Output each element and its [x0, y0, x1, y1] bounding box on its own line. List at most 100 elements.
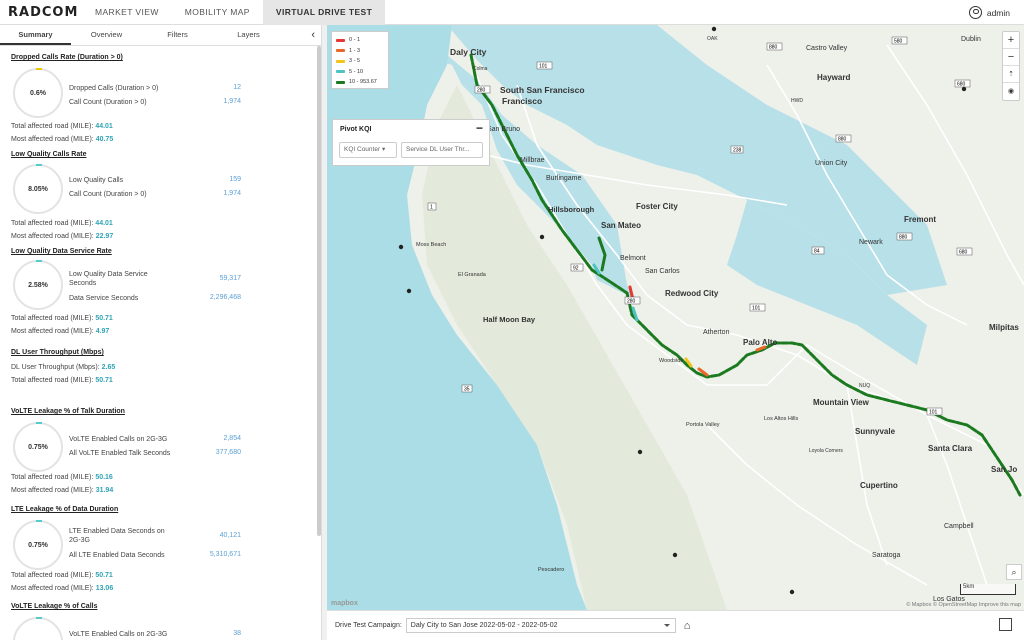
road-shield-92: 238 — [733, 148, 742, 154]
road-shield-92: 92 — [573, 266, 579, 272]
zoom-in-button[interactable]: + — [1003, 32, 1019, 49]
ring-value: 0.75% — [28, 443, 48, 451]
kqi-service-select[interactable]: Service DL User Thr... — [401, 142, 483, 158]
city-label: Sunnyvale — [855, 427, 896, 436]
kqi-legend: 0 - 1 1 - 3 3 - 5 5 - 10 10 - 953.67 — [331, 31, 389, 89]
metric-value: 40.75 — [95, 136, 114, 143]
city-label: Redwood City — [665, 289, 719, 298]
legend-label: 5 - 10 — [349, 68, 364, 75]
section-title: Dropped Calls Rate (Duration > 0) — [11, 54, 123, 61]
legend-label: 10 - 953.67 — [349, 79, 377, 86]
pivot-header: Pivot KQI − — [333, 120, 489, 135]
nav-market-view[interactable]: MARKET VIEW — [82, 0, 172, 25]
kpi-value: 59,317 — [219, 275, 241, 282]
nav-virtual-drive-test[interactable]: VIRTUAL DRIVE TEST — [262, 0, 386, 25]
map-search-icon[interactable]: ⌕ — [1006, 564, 1022, 580]
section-title: VoLTE Leakage % of Talk Duration — [11, 408, 125, 415]
summary-scroll: Dropped Calls Rate (Duration > 0) 0.6% D… — [0, 46, 316, 640]
kpi-label: All LTE Enabled Data Seconds — [69, 552, 165, 559]
chart-icon[interactable] — [999, 618, 1012, 631]
affected-road-total: Total affected road (MILE): 44.01 — [11, 220, 113, 227]
affected-road-total: Total affected road (MILE): 50.71 — [11, 315, 113, 322]
kpi-label: Call Count (Duration > 0) — [69, 99, 147, 106]
metric-label: Most affected road (MILE): — [11, 585, 94, 592]
kpi-value: 159 — [229, 176, 241, 183]
campaign-bar: Drive Test Campaign: Daly City to San Jo… — [327, 610, 1024, 640]
visibility-icon[interactable]: ◉ — [1003, 83, 1019, 100]
affected-road-total: Total affected road (MILE): 50.71 — [11, 572, 113, 579]
kpi-value: 12 — [233, 84, 241, 91]
nav-mobility-map[interactable]: MOBILITY MAP — [172, 0, 263, 25]
road-shield-280: 280 — [627, 299, 636, 305]
home-icon[interactable]: ⌂ — [684, 620, 691, 632]
city-label: HWD — [791, 98, 803, 104]
collapse-panel-icon[interactable]: ‹ — [311, 25, 315, 45]
metric-value: 44.01 — [95, 123, 113, 130]
kpi-volte-leakage-calls: VoLTE Leakage % of Calls VoLTE Enabled C… — [11, 603, 311, 640]
metric-value: 2.65 — [101, 364, 116, 371]
pin-icon — [789, 589, 795, 595]
kpi-label: VoLTE Enabled Calls on 2G-3G — [69, 631, 168, 638]
legend-swatch — [336, 38, 345, 42]
ring-value: 8.05% — [28, 185, 48, 193]
city-label: Colma — [473, 66, 488, 72]
username: admin — [986, 7, 1010, 18]
legend-item: 5 - 10 — [336, 67, 384, 78]
road-shield-35: 35 — [464, 387, 470, 393]
city-label: Woodside — [659, 358, 683, 364]
user-menu[interactable]: admin — [968, 0, 1010, 25]
road-shield-101: 101 — [752, 306, 761, 312]
legend-label: 3 - 5 — [349, 58, 361, 65]
affected-road-most: Most affected road (MILE): 4.97 — [11, 328, 109, 335]
campaign-select[interactable]: Daly City to San Jose 2022-05-02 - 2022-… — [405, 618, 676, 633]
city-label: Moss Beach — [416, 242, 446, 248]
legend-item: 0 - 1 — [336, 35, 384, 46]
ring-arc — [36, 520, 42, 522]
city-label: San Jo — [991, 465, 1017, 474]
kpi-value: 5,310,671 — [209, 551, 241, 558]
map-svg: 580 880 880 880 680 680 101 101 101 92 2… — [327, 25, 1024, 610]
kpi-volte-leakage-talk-duration: VoLTE Leakage % of Talk Duration 0.75% V… — [11, 408, 311, 500]
map-attribution[interactable]: © Mapbox © OpenStreetMap Improve this ma… — [906, 602, 1021, 608]
legend-swatch — [336, 80, 345, 84]
tab-overview[interactable]: Overview — [71, 25, 142, 45]
pin-icon — [539, 234, 545, 240]
road-shield-880: 880 — [769, 45, 778, 51]
kpi-low-quality-calls-rate: Low Quality Calls Rate 8.05% Low Quality… — [11, 151, 311, 241]
kpi-value: 2,854 — [223, 435, 241, 442]
city-label: El Granada — [458, 272, 487, 278]
city-label: Daly City — [450, 47, 487, 57]
user-icon — [968, 6, 982, 19]
legend-swatch — [336, 49, 345, 53]
city-label: Palo Alto — [743, 338, 777, 347]
kqi-counter-select[interactable]: KQI Counter ▾ — [339, 142, 397, 158]
tab-summary[interactable]: Summary — [0, 25, 71, 45]
compass-icon[interactable]: ⇡ — [1003, 66, 1019, 83]
city-label: NUQ — [859, 383, 870, 389]
kpi-label: VoLTE Enabled Calls on 2G-3G — [69, 436, 168, 443]
legend-item: 1 - 3 — [336, 46, 384, 57]
tab-filters[interactable]: Filters — [142, 25, 213, 45]
metric-label: Most affected road (MILE): — [11, 233, 94, 240]
kpi-value: 1,974 — [223, 98, 241, 105]
main-nav: MARKET VIEW MOBILITY MAP VIRTUAL DRIVE T… — [82, 0, 386, 25]
pin-icon — [672, 552, 678, 558]
kpi-label: Call Count (Duration > 0) — [69, 191, 147, 198]
zoom-out-button[interactable]: − — [1003, 49, 1019, 66]
city-label: Loyola Corners — [809, 448, 843, 454]
legend-label: 1 - 3 — [349, 47, 361, 54]
city-label: San Mateo — [601, 221, 641, 230]
city-label: Milpitas — [989, 323, 1019, 332]
pivot-collapse-button[interactable]: − — [476, 121, 483, 135]
affected-road-total: Total affected road (MILE): 50.71 — [11, 377, 113, 384]
city-label: Pescadero — [538, 567, 564, 573]
panel-scrollbar[interactable] — [317, 46, 321, 536]
kpi-value: 1,974 — [223, 190, 241, 197]
kpi-label: Dropped Calls (Duration > 0) — [69, 85, 159, 92]
map-canvas[interactable]: 580 880 880 880 680 680 101 101 101 92 2… — [327, 25, 1024, 610]
tab-layers[interactable]: Layers — [213, 25, 284, 45]
map-zoom-controls: + − ⇡ ◉ — [1002, 31, 1020, 101]
city-label: San Bruno — [487, 126, 520, 133]
city-label: Atherton — [703, 329, 730, 336]
city-label: Campbell — [944, 523, 974, 530]
